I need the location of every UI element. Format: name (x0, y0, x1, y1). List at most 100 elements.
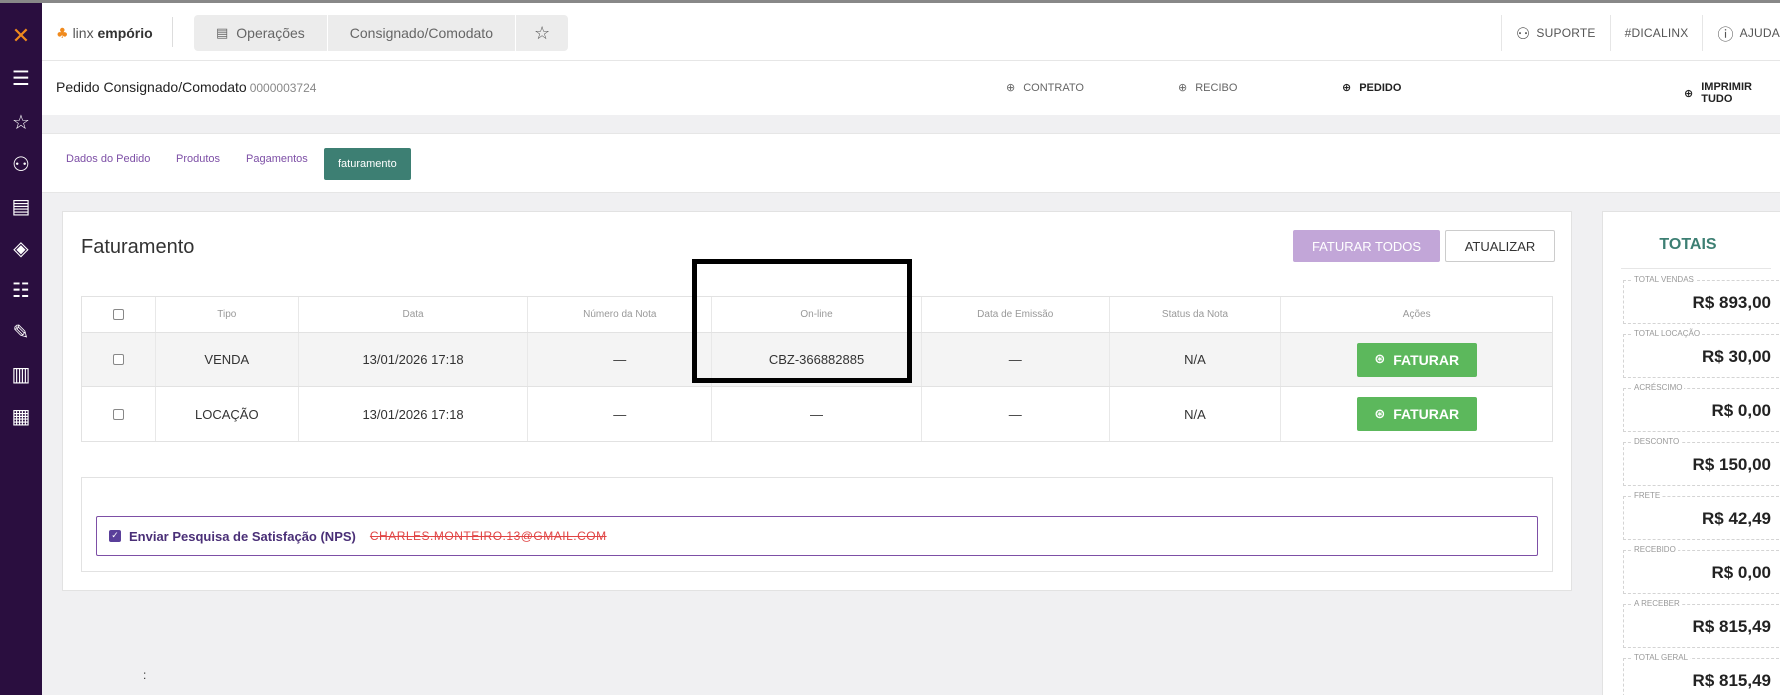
app-root: ✕ ☰ ☆ ⚇ ▤ ◈ ☷ ✎ ▥ ▦ ♣ linx empório ▤ Opera… (0, 0, 1780, 695)
tag-icon[interactable]: ◈ (0, 233, 42, 263)
tab-faturamento[interactable]: faturamento (324, 148, 411, 180)
cell-data-emissao: — (922, 387, 1110, 441)
menu-icon[interactable]: ☰ (0, 63, 42, 93)
cell-numero-nota: — (528, 387, 713, 441)
breadcrumb-consignado[interactable]: Consignado/Comodato (328, 15, 516, 51)
brand-name-light: linx (72, 25, 94, 41)
faturar-button[interactable]: ⊛ FATURAR (1356, 342, 1477, 377)
list-icon[interactable]: ☷ (0, 275, 42, 305)
row-checkbox[interactable] (112, 354, 124, 365)
star-icon[interactable]: ☆ (0, 107, 42, 137)
nps-section: ✓ Enviar Pesquisa de Satisfação (NPS) CH… (81, 477, 1553, 572)
header-data-emissao: Data de Emissão (922, 297, 1110, 332)
total-acrescimo: ACRÉSCIMO R$ 0,00 (1623, 383, 1779, 432)
user-support-icon: ⚇ (1515, 23, 1531, 43)
printer-icon: ⊕ (1178, 81, 1188, 94)
total-label: TOTAL VENDAS (1632, 275, 1696, 284)
total-value: R$ 0,00 (1711, 401, 1771, 420)
print-contrato-link[interactable]: ⊕ CONTRATO (1006, 81, 1084, 94)
total-label: TOTAL GERAL (1632, 653, 1691, 662)
total-value: R$ 815,49 (1692, 671, 1771, 690)
row-select-cell (82, 387, 156, 441)
cell-data-emissao: — (922, 333, 1110, 386)
totals-panel: TOTAIS TOTAL VENDAS R$ 893,00 TOTAL LOCAÇ… (1602, 211, 1780, 695)
faturar-todos-button[interactable]: FATURAR TODOS (1293, 230, 1440, 262)
faturar-button[interactable]: ⊛ FATURAR (1356, 397, 1477, 431)
building-icon[interactable]: ▦ (0, 401, 42, 431)
header-acoes: Ações (1402, 309, 1431, 320)
page-title: Pedido Consignado/Comodato 0000003724 (56, 79, 316, 95)
cell-online: — (712, 387, 922, 441)
card-title: Faturamento (81, 236, 195, 258)
dicalinx-label: #DICALINX (1624, 26, 1689, 40)
print-recibo-link[interactable]: ⊕ RECIBO (1178, 81, 1237, 94)
total-a-receber: A RECEBER R$ 815,49 (1623, 599, 1779, 648)
totals-title: TOTAIS (1659, 236, 1717, 253)
cell-numero-nota: — (528, 333, 713, 386)
cell-data: 13/01/2026 17:18 (299, 387, 529, 441)
total-locacao: TOTAL LOCAÇÃO R$ 30,00 (1623, 329, 1779, 378)
total-value: R$ 42,49 (1702, 509, 1771, 528)
print-all-link[interactable]: ⊕ IMPRIMIR TUDO (1684, 81, 1780, 105)
document-icon: ▤ (216, 25, 229, 41)
totals-divider (1621, 268, 1771, 269)
title-bar: Pedido Consignado/Comodato 0000003724 ⊕ CO… (42, 61, 1780, 115)
total-desconto: DESCONTO R$ 150,00 (1623, 437, 1779, 486)
printer-icon: ⊕ (1342, 81, 1352, 94)
brand-divider (172, 17, 173, 47)
dicalinx-link[interactable]: #DICALINX (1609, 15, 1703, 51)
cell-tipo: VENDA (156, 333, 299, 386)
atualizar-button[interactable]: ATUALIZAR (1445, 230, 1555, 262)
nps-label: Enviar Pesquisa de Satisfação (NPS) (129, 528, 356, 544)
basket-icon: ♣ (56, 26, 69, 42)
header-data: Data (299, 297, 529, 332)
cell-status-nota: N/A (1110, 333, 1282, 386)
favorite-star-icon[interactable]: ☆ (516, 15, 568, 51)
cell-tipo: LOCAÇÃO (156, 387, 299, 441)
header-select-all-cell (82, 297, 156, 332)
breadcrumb-label: Operações (236, 25, 305, 41)
row-checkbox[interactable] (112, 408, 124, 420)
total-recebido: RECEBIDO R$ 0,00 (1623, 545, 1779, 594)
breadcrumb: ▤ Operações Consignado/Comodato ☆ (194, 15, 569, 51)
table-row: LOCAÇÃO 13/01/2026 17:18 — — — N/A ⊛ FATU… (82, 387, 1552, 441)
tab-dados-do-pedido[interactable]: Dados do Pedido (66, 153, 150, 165)
print-recibo-label: RECIBO (1195, 81, 1238, 94)
check-circle-icon: ⊛ (1374, 406, 1386, 422)
top-bar: ♣ linx empório ▤ Operações Consignado/Como… (42, 3, 1780, 61)
page-title-text: Pedido Consignado/Comodato (56, 79, 247, 95)
ajuda-label: AJUDA (1739, 26, 1780, 40)
ajuda-link[interactable]: ⓘ AJUDA (1702, 15, 1780, 51)
brand-logo[interactable]: ♣ linx empório (56, 25, 153, 42)
header-status-nota: Status da Nota (1110, 297, 1282, 332)
tab-pagamentos[interactable]: Pagamentos (246, 153, 308, 165)
breadcrumb-label: Consignado/Comodato (349, 25, 493, 41)
brand-name-bold: empório (97, 25, 153, 41)
suporte-label: SUPORTE (1536, 26, 1596, 40)
faturar-label: FATURAR (1393, 351, 1460, 368)
highlight-box (692, 259, 912, 383)
suporte-link[interactable]: ⚇ SUPORTE (1500, 15, 1610, 51)
chart-icon[interactable]: ▥ (0, 359, 42, 389)
printer-icon: ⊕ (1684, 86, 1694, 100)
print-pedido-link[interactable]: ⊕ PEDIDO (1342, 81, 1401, 94)
printer-icon: ⊕ (1006, 81, 1016, 94)
nps-checkbox[interactable]: ✓ (109, 530, 121, 542)
users-icon[interactable]: ⚇ (0, 149, 42, 179)
breadcrumb-operacoes[interactable]: ▤ Operações (194, 15, 328, 51)
total-label: FRETE (1632, 491, 1663, 500)
clipboard-icon[interactable]: ▤ (0, 191, 42, 221)
total-value: R$ 815,49 (1692, 617, 1771, 636)
nps-option[interactable]: ✓ Enviar Pesquisa de Satisfação (NPS) CH… (96, 516, 1538, 556)
select-all-checkbox[interactable] (112, 309, 124, 320)
edit-icon[interactable]: ✎ (0, 317, 42, 347)
total-label: DESCONTO (1632, 437, 1682, 446)
linx-logo-icon[interactable]: ✕ (0, 21, 42, 51)
tab-produtos[interactable]: Produtos (176, 153, 220, 165)
cell-status-nota: N/A (1110, 387, 1282, 441)
print-all-label: IMPRIMIR TUDO (1701, 81, 1752, 105)
total-value: R$ 30,00 (1702, 347, 1771, 366)
total-label: ACRÉSCIMO (1632, 383, 1685, 392)
left-sidebar: ✕ ☰ ☆ ⚇ ▤ ◈ ☷ ✎ ▥ ▦ (0, 3, 42, 695)
total-geral: TOTAL GERAL R$ 815,49 (1623, 653, 1779, 695)
